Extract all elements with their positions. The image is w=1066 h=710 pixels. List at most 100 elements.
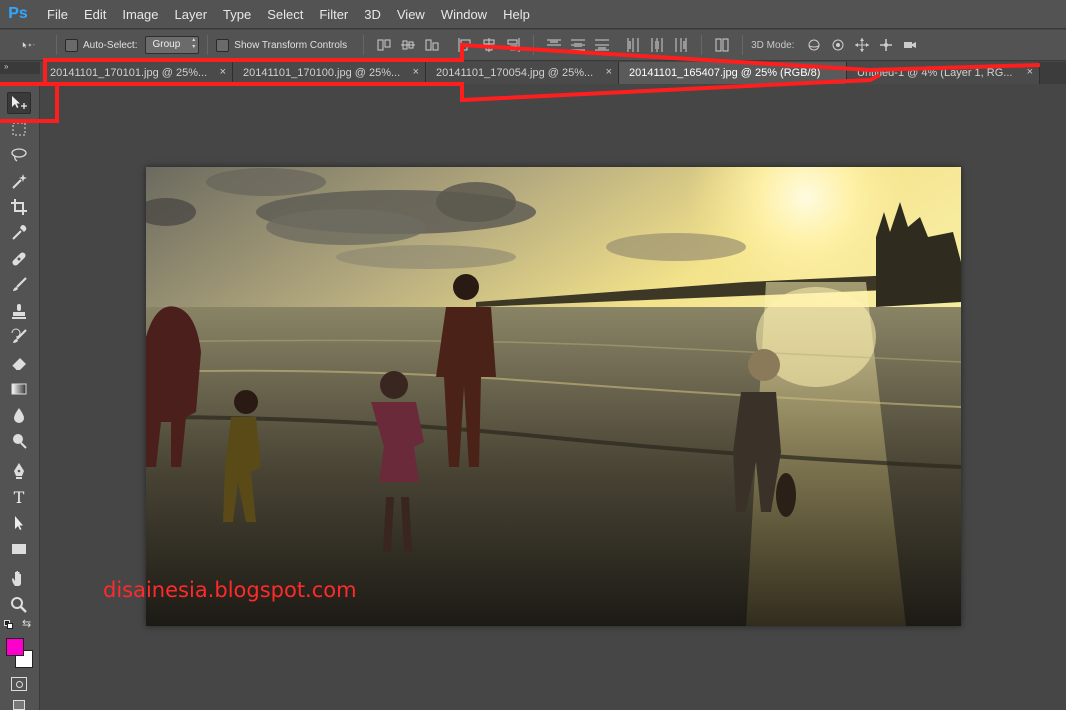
crop-tool[interactable] [7,196,31,218]
dodge-icon [13,434,27,449]
move-tool-preset-icon [22,42,35,48]
align-bottom-icon [425,39,439,51]
auto-select-checkbox[interactable] [65,38,78,52]
menu-select[interactable]: Select [259,0,311,29]
magic-wand-tool[interactable] [7,170,31,192]
3d-scale-button[interactable] [901,36,919,54]
move-tool[interactable] [7,92,31,114]
3d-rotate-button[interactable] [805,36,823,54]
healing-brush-tool[interactable] [7,248,31,270]
menu-type[interactable]: Type [215,0,259,29]
distribute-top-icon [547,39,562,51]
document-tab[interactable]: 20141101_170054.jpg @ 25%... × [426,62,619,84]
distribute-hcenter-icon [651,38,663,52]
distribute-vcenter-button[interactable] [569,36,587,54]
menu-help[interactable]: Help [495,0,538,29]
distribute-right-button[interactable] [672,36,690,54]
swap-colors-icon[interactable]: ⇆ [22,617,31,630]
screen-mode-button[interactable] [13,700,25,710]
document-image[interactable] [146,167,961,626]
menu-layer[interactable]: Layer [167,0,216,29]
align-right-button[interactable] [504,36,522,54]
3d-camera-icon [904,42,917,48]
menu-window[interactable]: Window [433,0,495,29]
eyedropper-tool[interactable] [7,222,31,244]
quick-mask-button[interactable] [11,677,27,691]
type-icon: T [13,487,25,507]
3d-pan-button[interactable] [853,36,871,54]
tab-close-button[interactable]: × [413,66,419,78]
align-left-button[interactable] [456,36,474,54]
marquee-tool[interactable] [7,118,31,140]
blur-tool[interactable] [7,404,31,426]
document-tab[interactable]: 20141101_170100.jpg @ 25%... × [233,62,426,84]
quick-mask-icon [15,680,23,688]
menu-image[interactable]: Image [114,0,166,29]
menu-filter[interactable]: Filter [311,0,356,29]
3d-slide-icon [880,39,893,51]
3d-mode-label: 3D Mode: [751,39,795,51]
hand-tool[interactable] [7,568,31,590]
pen-tool[interactable] [7,460,31,482]
3d-slide-button[interactable] [877,36,895,54]
tab-close-button[interactable]: × [1027,66,1033,78]
align-hcenter-button[interactable] [480,36,498,54]
3d-roll-button[interactable] [829,36,847,54]
align-vcenter-button[interactable] [399,36,417,54]
menu-file[interactable]: File [39,0,76,29]
align-top-button[interactable] [375,36,393,54]
dodge-tool[interactable] [7,430,31,452]
show-transform-label: Show Transform Controls [234,39,348,51]
align-bottom-button[interactable] [423,36,441,54]
document-tab[interactable]: 20141101_170101.jpg @ 25%... × [40,62,233,84]
rectangle-icon [12,544,26,554]
menu-view[interactable]: View [389,0,433,29]
divider [56,35,57,55]
distribute-top-button[interactable] [545,36,563,54]
magic-wand-icon [12,174,27,189]
gradient-tool[interactable] [7,378,31,400]
tool-preset-picker[interactable] [11,36,45,54]
distribute-left-button[interactable] [624,36,642,54]
path-selection-tool[interactable] [7,512,31,534]
brush-tool[interactable] [7,274,31,296]
crop-icon [11,199,27,215]
tab-label: 20141101_170101.jpg @ 25%... [50,67,208,79]
gradient-icon [11,383,27,395]
eraser-tool[interactable] [7,352,31,374]
clone-stamp-icon [12,304,26,319]
menu-edit[interactable]: Edit [76,0,114,29]
tab-label: 20141101_170054.jpg @ 25%... [436,67,594,79]
tab-label: 20141101_170100.jpg @ 25%... [243,67,401,79]
3d-roll-icon [832,39,844,51]
document-tab[interactable]: Untitled-1 @ 4% (Layer 1, RG... × [847,62,1040,84]
show-transform-checkbox[interactable] [216,38,230,52]
tab-close-button[interactable]: × [220,66,226,78]
document-tab-active[interactable]: 20141101_165407.jpg @ 25% (RGB/8) [619,62,847,84]
photoshop-logo: Ps [8,5,28,22]
lasso-tool[interactable] [7,144,31,166]
auto-select-dropdown[interactable]: Group [145,36,200,54]
move-icon [12,96,27,109]
pen-icon [14,463,24,479]
distribute-right-icon [675,38,687,52]
menu-bar: Ps File Edit Image Layer Type Select Fil… [0,0,1066,29]
auto-align-icon [715,38,729,52]
blur-icon [14,408,24,423]
history-brush-tool[interactable] [7,326,31,348]
distribute-bottom-button[interactable] [593,36,611,54]
panel-collapse-strip[interactable]: » [0,62,40,74]
distribute-hcenter-button[interactable] [648,36,666,54]
zoom-tool[interactable] [7,594,31,616]
default-colors-icon[interactable] [4,620,13,629]
type-tool[interactable]: T [7,486,31,508]
divider [742,35,744,55]
foreground-color-swatch[interactable] [6,638,24,656]
clone-stamp-tool[interactable] [7,300,31,322]
menu-3d[interactable]: 3D [356,0,389,29]
rectangle-tool[interactable] [7,538,31,560]
auto-align-button[interactable] [713,36,731,54]
beach-sunset-photo [146,167,961,626]
history-brush-icon [11,328,27,343]
tab-close-button[interactable]: × [606,66,612,78]
